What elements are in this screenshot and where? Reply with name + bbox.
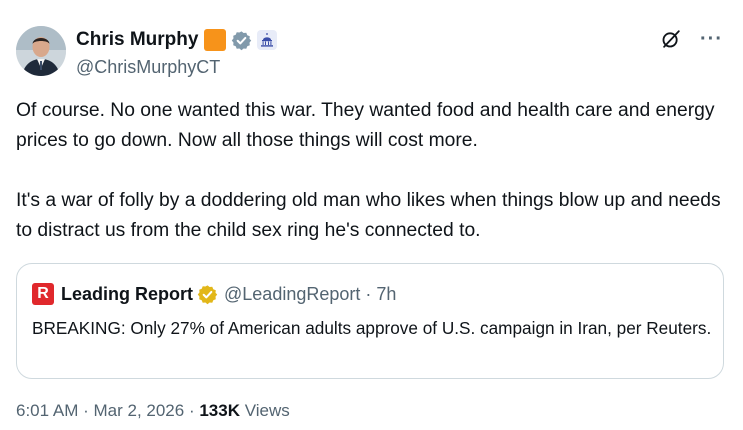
author-names: Chris Murphy @ChrisMurphyCT [76, 28, 278, 78]
grok-icon[interactable] [660, 28, 682, 50]
header-actions: ··· [660, 28, 723, 50]
quoted-tweet-text: BREAKING: Only 27% of American adults ap… [32, 318, 712, 338]
tweet-time[interactable]: 6:01 AM [16, 401, 78, 421]
tweet-text: Of course. No one wanted this war. They … [16, 96, 731, 246]
views-label: Views [239, 401, 290, 420]
meta-separator: · [184, 401, 200, 420]
verified-gray-check-icon[interactable] [231, 30, 252, 51]
meta-separator: · [78, 401, 94, 420]
avatar[interactable] [16, 26, 66, 76]
orange-square-badge [204, 29, 227, 51]
tweet-paragraph: It's a war of folly by a doddering old m… [16, 190, 721, 241]
capitol-building-icon[interactable] [257, 30, 278, 50]
quoted-tweet-header: R Leading Report @LeadingReport · 7h [32, 283, 396, 305]
quoted-tweet-card[interactable]: R Leading Report @LeadingReport · 7h BRE… [16, 263, 724, 379]
more-icon[interactable]: ··· [700, 29, 723, 49]
leading-report-logo-icon[interactable]: R [32, 283, 54, 305]
avatar-portrait-icon [16, 26, 66, 76]
verified-gold-check-icon[interactable] [197, 284, 218, 305]
quoted-handle-time[interactable]: @LeadingReport · 7h [224, 284, 396, 305]
views-count[interactable]: 133K [199, 401, 240, 421]
tweet-header: Chris Murphy @ChrisMurphyCT ··· [16, 26, 727, 78]
tweet-paragraph: Of course. No one wanted this war. They … [16, 100, 715, 151]
author-handle[interactable]: @ChrisMurphyCT [76, 57, 277, 78]
author-display-name[interactable]: Chris Murphy [76, 29, 198, 51]
tweet-meta: 6:01 AM · Mar 2, 2026 · 133K Views [16, 401, 290, 421]
name-row: Chris Murphy [76, 28, 278, 52]
tweet-date[interactable]: Mar 2, 2026 [93, 401, 184, 421]
quoted-display-name[interactable]: Leading Report [61, 284, 193, 305]
